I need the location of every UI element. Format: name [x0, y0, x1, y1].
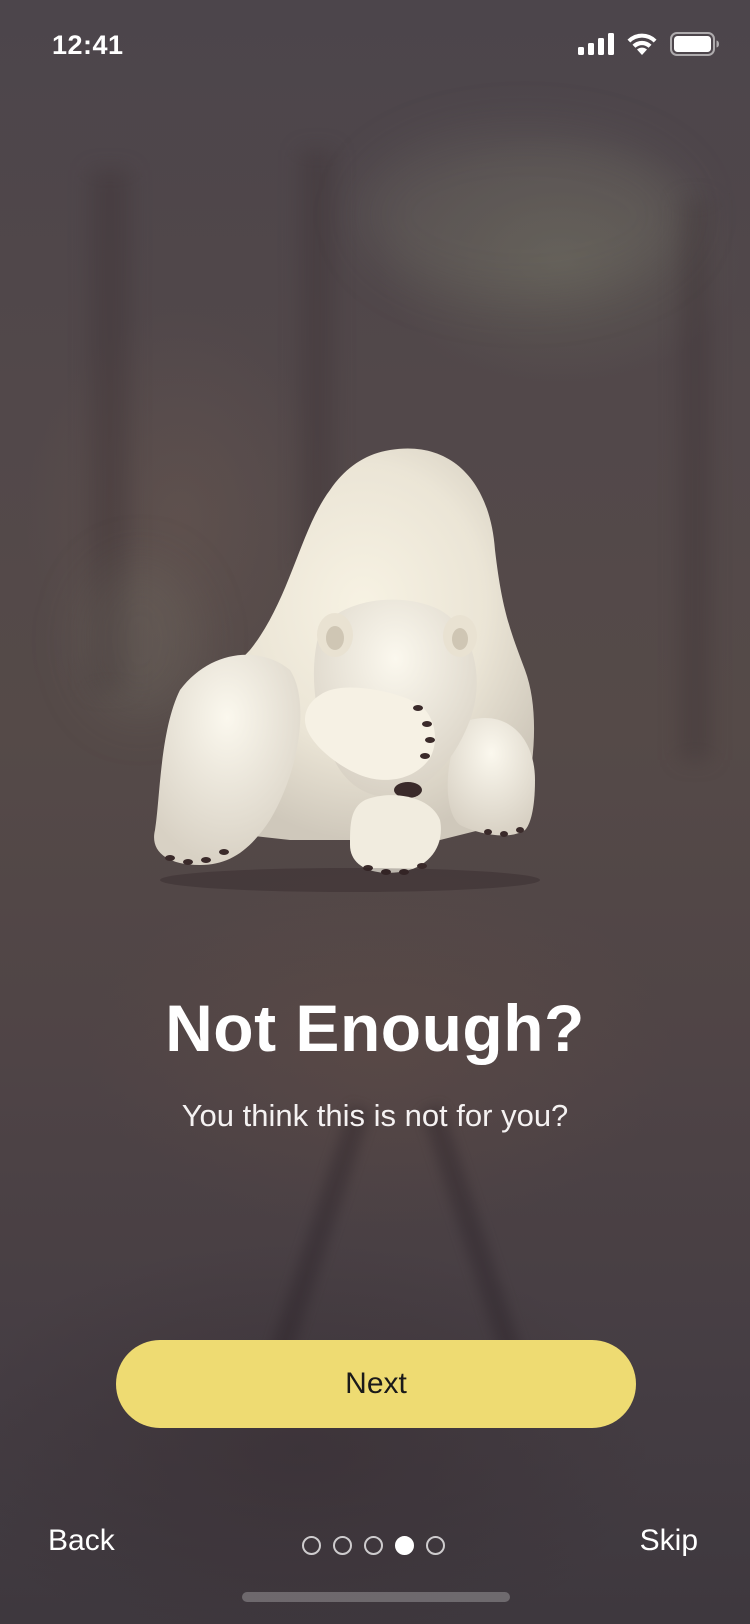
- page-dot-1[interactable]: [302, 1536, 321, 1555]
- page-title: Not Enough?: [165, 991, 585, 1065]
- status-time: 12:41: [52, 30, 124, 60]
- onboarding-screen: 12:41 Not Enough? You think this is not …: [0, 0, 750, 1624]
- status-bar: 12:41: [0, 0, 750, 94]
- page-dot-5[interactable]: [426, 1536, 445, 1555]
- back-button[interactable]: Back: [48, 1524, 115, 1558]
- page-dot-2[interactable]: [333, 1536, 352, 1555]
- background-smokestack: [680, 200, 710, 760]
- polar-bear-illustration: [140, 440, 560, 920]
- polar-bear-image: [154, 448, 540, 892]
- cellular-signal-icon: [578, 33, 614, 55]
- background-smoke: [360, 130, 690, 300]
- next-button[interactable]: Next: [116, 1340, 636, 1428]
- wifi-icon: [627, 33, 657, 55]
- page-subtitle: You think this is not for you?: [181, 1098, 569, 1133]
- page-dot-3[interactable]: [364, 1536, 383, 1555]
- page-indicator: [302, 1536, 445, 1555]
- skip-button[interactable]: Skip: [640, 1524, 698, 1558]
- status-icons: [578, 32, 720, 56]
- home-indicator[interactable]: [242, 1592, 510, 1602]
- page-dot-4-active[interactable]: [395, 1536, 414, 1555]
- battery-icon: [670, 32, 719, 56]
